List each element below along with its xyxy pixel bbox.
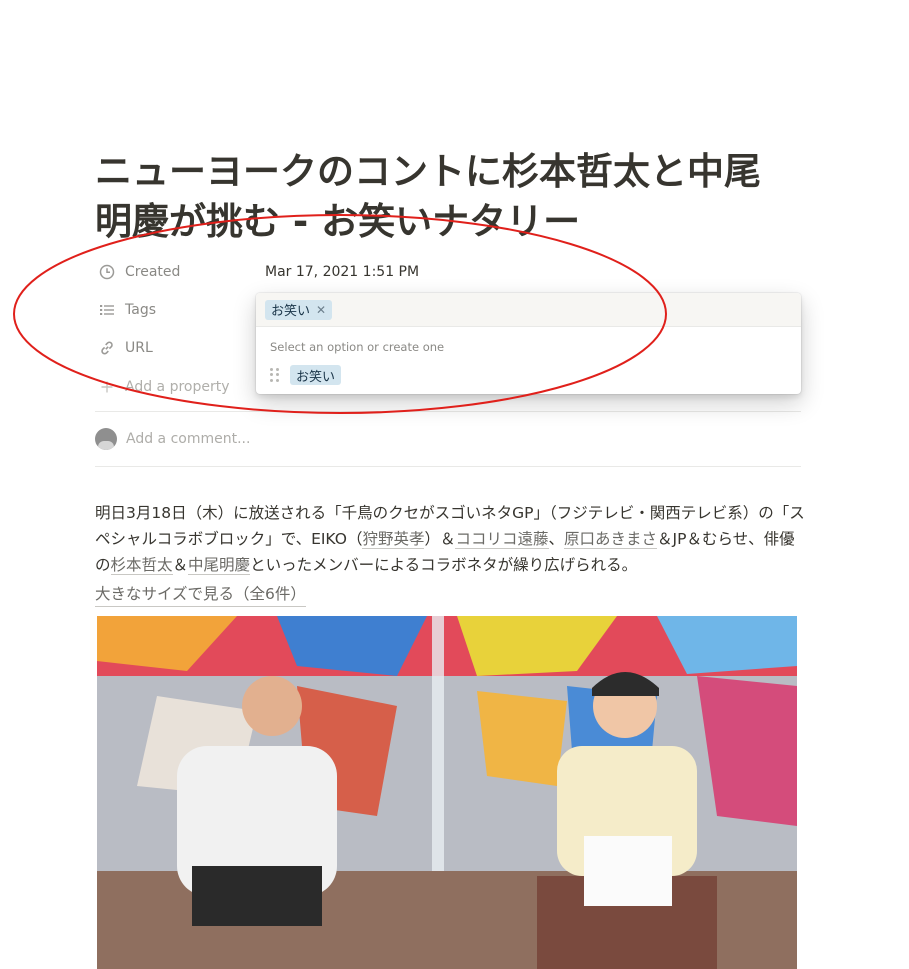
add-property-label: Add a property [125,379,230,395]
remove-tag-icon[interactable]: ✕ [316,303,326,317]
link-sugimoto-tetta[interactable]: 杉本哲太 [110,556,173,575]
view-larger-link[interactable]: 大きなサイズで見る（全6件） [95,582,306,607]
comment-divider [95,466,801,467]
created-value: Mar 17, 2021 1:51 PM [265,264,420,280]
comment-placeholder: Add a comment... [126,431,251,447]
selected-tag-chip[interactable]: お笑い ✕ [265,299,333,320]
property-name-tags[interactable]: Tags [95,301,265,319]
paragraph-text: といったメンバーによるコラボネタが繰り広げられる。 [250,556,638,574]
article-photo [97,616,797,969]
link-cocorico-endo[interactable]: ココリコ遠藤 [455,530,549,549]
property-label: Created [125,264,181,280]
paragraph-text: ）＆ [424,530,456,548]
tag-search-input[interactable]: お笑い ✕ [256,293,801,327]
popup-hint: Select an option or create one [270,340,445,354]
link-icon [98,339,116,357]
link-nakao-akiyoshi[interactable]: 中尾明慶 [188,556,251,575]
property-name-url[interactable]: URL [95,339,265,357]
clock-icon [98,263,116,281]
link-haraguchi-akimasa[interactable]: 原口あきまさ [564,530,658,549]
drag-handle-icon[interactable] [270,368,280,382]
properties-divider [95,411,801,412]
property-label: Tags [125,302,156,318]
property-created[interactable]: Created Mar 17, 2021 1:51 PM [95,257,795,287]
avatar [95,428,117,450]
article-paragraph: 明日3月18日（木）に放送される「千鳥のクセがスゴいネタGP」（フジテレビ・関西… [95,500,805,578]
plus-icon [98,378,116,396]
link-kano-eiko[interactable]: 狩野英孝 [362,530,425,549]
paragraph-text: ＆ [172,556,189,574]
tag-option[interactable]: お笑い [256,358,801,385]
tag-select-popup[interactable]: お笑い ✕ Select an option or create one お笑い [256,293,801,394]
page-title[interactable]: ニューヨークのコントに杉本哲太と中尾明慶が挑む - お笑いナタリー [95,147,795,247]
comment-input[interactable]: Add a comment... [95,428,250,450]
property-label: URL [125,340,153,356]
paragraph-text: 、 [548,530,565,548]
tag-option-chip: お笑い [290,365,342,385]
list-icon [98,301,116,319]
property-name-created[interactable]: Created [95,263,265,281]
selected-tag-label: お笑い [271,304,311,319]
